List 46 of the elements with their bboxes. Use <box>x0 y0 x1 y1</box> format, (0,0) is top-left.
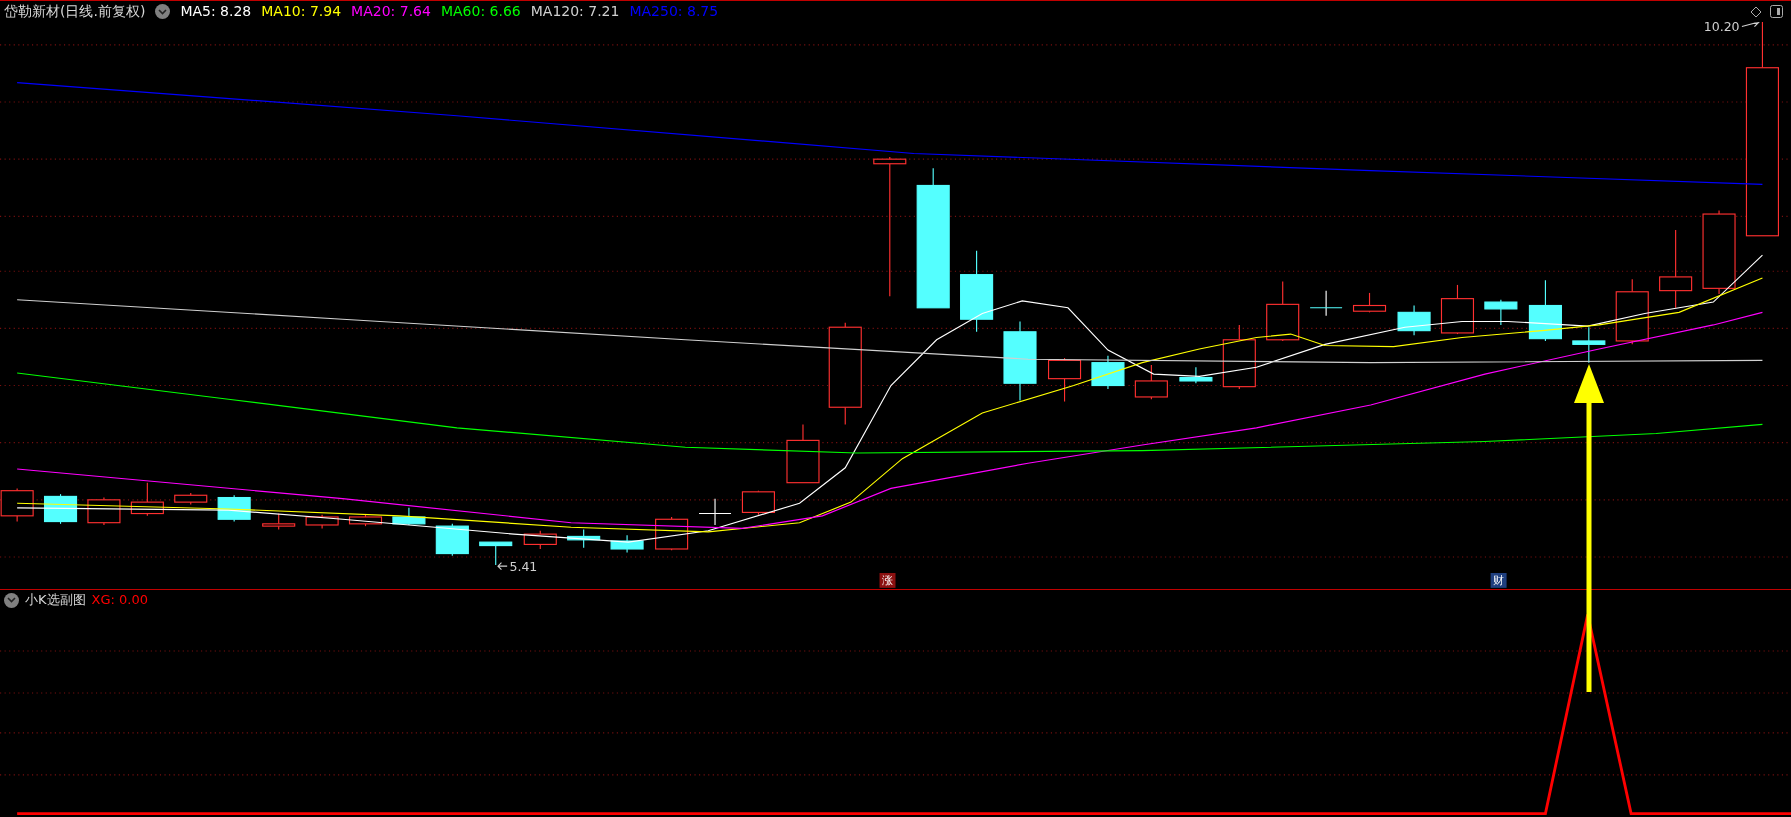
indicator-value: MA250: 8.75 <box>629 2 719 21</box>
indicator-value: MA5: 8.28 <box>180 2 252 21</box>
candlestick <box>1615 278 1649 345</box>
candlestick <box>130 482 164 517</box>
candlestick <box>87 497 121 526</box>
candlestick <box>1397 304 1431 336</box>
indicator-value: XG: 0.00 <box>91 591 148 610</box>
indicator-value: MA120: 7.21 <box>530 2 620 21</box>
candlestick <box>1309 290 1343 317</box>
candlestick <box>1266 280 1300 342</box>
candlestick <box>1572 326 1606 364</box>
candlestick <box>1484 299 1518 326</box>
candlestick <box>610 534 644 553</box>
indicator-value: MA60: 6.66 <box>440 2 521 21</box>
marker-badge: 财 <box>1490 573 1507 588</box>
diamond-icon[interactable] <box>1750 5 1762 18</box>
candlestick <box>392 507 426 526</box>
candlestick <box>1179 366 1213 384</box>
candlestick <box>348 514 383 527</box>
marker-badge: 涨 <box>879 573 896 588</box>
candlestick <box>1048 357 1082 403</box>
dropdown-icon[interactable] <box>4 592 19 608</box>
candlestick <box>1440 284 1475 335</box>
candlestick <box>174 492 208 505</box>
price-label: 10.20 <box>1703 22 1761 35</box>
candlestick <box>1091 355 1125 390</box>
candlestick <box>1528 279 1562 342</box>
candlestick <box>655 516 689 551</box>
candlestick <box>1134 364 1168 400</box>
candlestick <box>1222 324 1256 390</box>
price-label: 5.41 <box>497 558 538 574</box>
indicator-value: MA20: 7.64 <box>351 2 431 21</box>
candlestick <box>786 423 820 484</box>
chart-title: 小K选副图 <box>25 591 86 610</box>
candlestick <box>741 490 775 516</box>
candlestick <box>305 514 339 529</box>
dropdown-icon[interactable] <box>155 4 171 19</box>
indicator-value: MA10: 7.94 <box>261 2 342 21</box>
candlestick <box>435 523 469 557</box>
candlestick <box>1352 292 1387 313</box>
chart-title: 岱勒新材(日线.前复权) <box>4 2 146 21</box>
panel-toggle-icon[interactable] <box>1770 5 1783 18</box>
candlestick <box>698 498 732 526</box>
candlestick <box>523 530 557 550</box>
candlestick <box>567 529 601 549</box>
candlestick <box>262 512 296 531</box>
